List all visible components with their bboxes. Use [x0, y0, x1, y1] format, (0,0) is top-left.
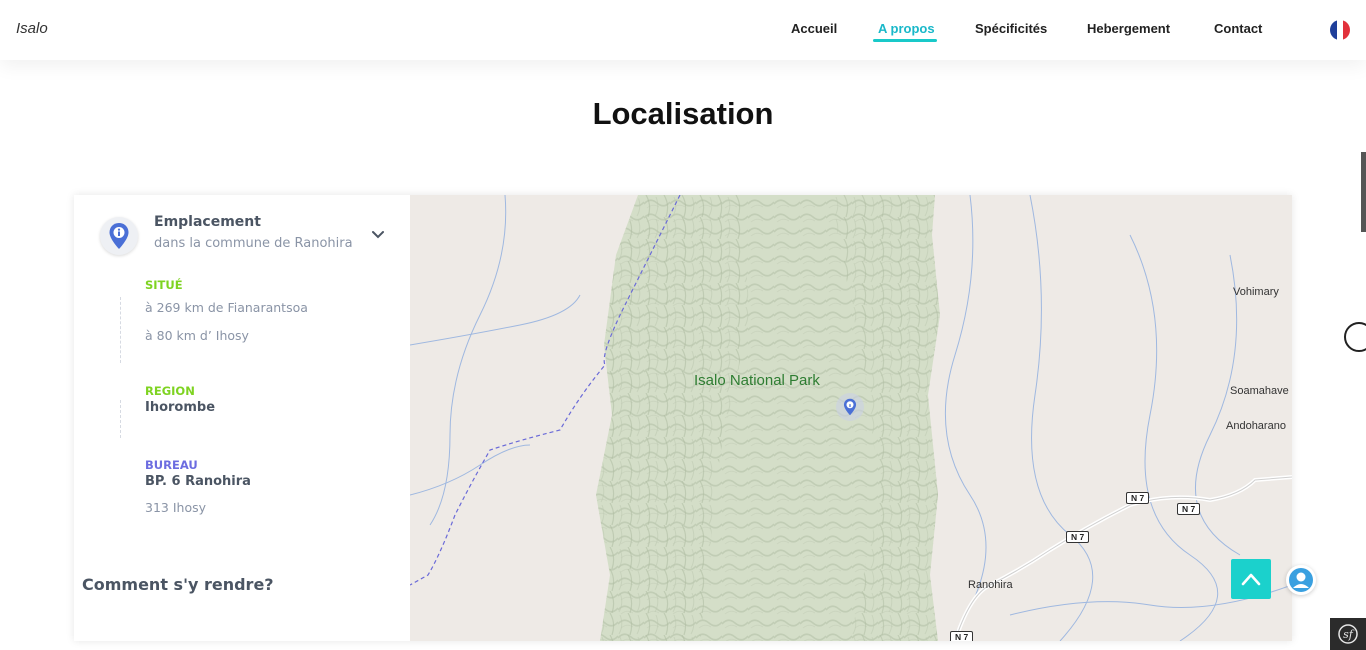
place-ranohira: Ranohira: [968, 579, 1013, 591]
side-toggle-button[interactable]: [1344, 322, 1366, 352]
symfony-icon[interactable]: sf: [1330, 618, 1366, 650]
chat-button[interactable]: [1286, 565, 1316, 595]
region-value: Ihorombe: [145, 400, 216, 415]
bureau-label: BUREAU: [145, 458, 198, 472]
chevron-down-icon[interactable]: [370, 227, 386, 243]
nav-a-propos[interactable]: A propos: [878, 21, 935, 36]
emplacement-subtitle: dans la commune de Ranohira: [154, 236, 353, 251]
place-andoharano: Andoharano: [1226, 420, 1286, 432]
road-badge: N 7: [1177, 503, 1201, 515]
page-title: Localisation: [592, 96, 774, 131]
nav-hebergement[interactable]: Hebergement: [1087, 21, 1170, 36]
france-flag-icon[interactable]: [1330, 20, 1350, 40]
nav-specificites[interactable]: Spécificités: [975, 21, 1047, 36]
location-card: Emplacement dans la commune de Ranohira …: [74, 195, 1292, 641]
road-badge: N 7: [950, 631, 974, 641]
scroll-to-top-button[interactable]: [1231, 559, 1271, 599]
map-terrain: [410, 195, 1292, 641]
map-marker-icon[interactable]: [843, 398, 857, 416]
location-pin-icon: [100, 217, 138, 255]
top-navbar: Isalo Accueil A propos Spécificités Hebe…: [0, 0, 1366, 60]
user-chat-icon: [1289, 568, 1313, 592]
situe-line-1: à 269 km de Fianarantsoa: [145, 300, 308, 315]
road-badge: N 7: [1066, 531, 1090, 543]
svg-text:sf: sf: [1343, 628, 1355, 641]
region-label: REGION: [145, 384, 195, 398]
chevron-up-icon: [1241, 573, 1261, 586]
bureau-value: BP. 6 Ranohira: [145, 474, 251, 489]
nav-accueil[interactable]: Accueil: [791, 21, 837, 36]
info-panel: Emplacement dans la commune de Ranohira …: [74, 195, 410, 641]
brand-logo[interactable]: Isalo: [16, 20, 48, 37]
emplacement-title: Emplacement: [154, 214, 261, 230]
park-label: Isalo National Park: [694, 372, 820, 389]
situe-label: SITUÉ: [145, 278, 183, 292]
road-badge: N 7: [1126, 492, 1150, 504]
region-divider: [120, 400, 121, 438]
place-vohimary: Vohimary: [1233, 286, 1279, 298]
situe-divider: [120, 297, 121, 363]
page-scrollbar[interactable]: [1361, 152, 1366, 232]
nav-active-underline: [873, 39, 937, 42]
nav-contact[interactable]: Contact: [1214, 21, 1262, 36]
map-view[interactable]: Isalo National Park Vohimary Soamahave A…: [410, 195, 1292, 641]
situe-line-2: à 80 km d’ Ihosy: [145, 328, 249, 343]
bureau-extra: 313 Ihosy: [145, 500, 206, 515]
how-to-get-there-link[interactable]: Comment s'y rendre?: [82, 575, 274, 594]
place-soamahave: Soamahave: [1230, 385, 1289, 397]
